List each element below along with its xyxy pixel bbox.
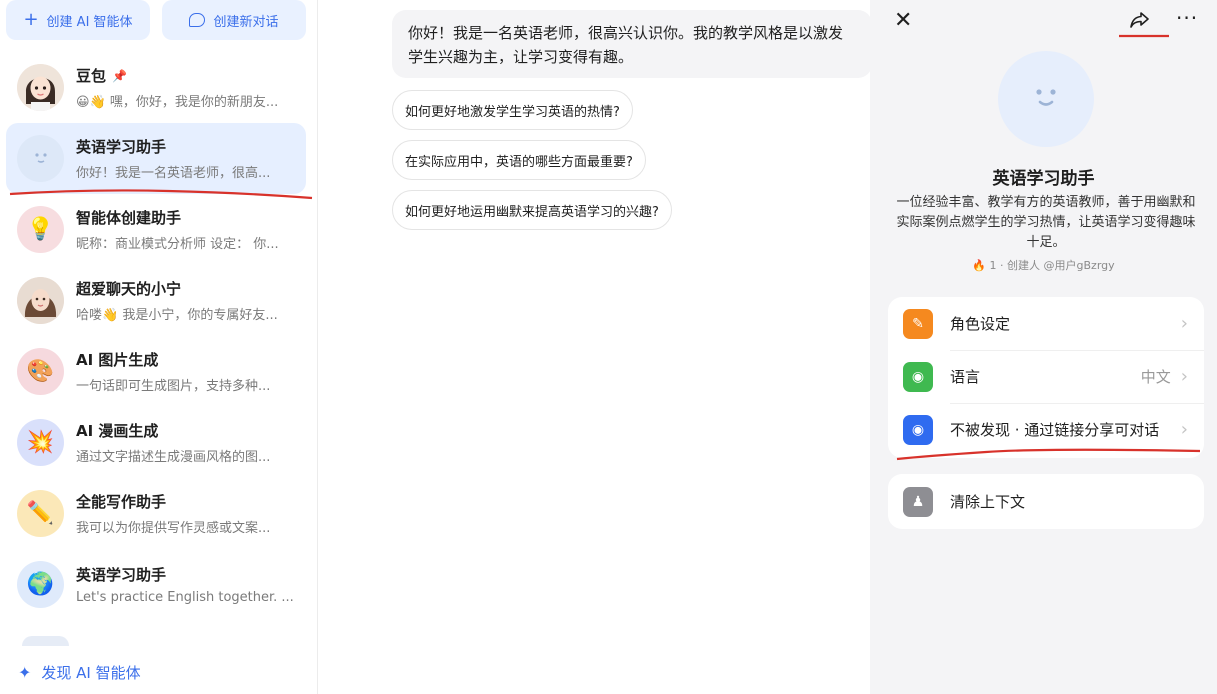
girl-avatar-icon	[17, 64, 64, 111]
annotation-underline	[1119, 34, 1169, 38]
agent-item-english-assistant-active[interactable]: 英语学习助手 你好！我是一名英语老师，很高...	[6, 123, 306, 194]
sidebar: + 创建 AI 智能体 创建新对话 豆包 📌 😀👋 嘿，你好，我是你的新朋友...…	[0, 0, 318, 694]
agent-name: 智能体创建助手	[76, 209, 182, 227]
agent-item-image-gen[interactable]: 🎨 AI 图片生成 一句话即可生成图片，支持多种...	[6, 336, 306, 407]
annotation-underline	[896, 448, 1201, 461]
edit-icon: ✎	[903, 308, 933, 339]
assistant-message: 你好！我是一名英语老师，很高兴认识你。我的教学风格是以激发学生兴趣为主，让学习变…	[392, 10, 872, 78]
agent-detail-panel: ✕ ··· 英语学习助手 一位经验丰富、教学有方的英语教师，善于用幽默和实际案例…	[870, 0, 1217, 694]
smile-avatar-icon	[17, 135, 64, 182]
close-icon[interactable]: ✕	[894, 8, 912, 33]
sidebar-top-actions: + 创建 AI 智能体 创建新对话	[6, 0, 306, 40]
create-agent-button[interactable]: + 创建 AI 智能体	[6, 0, 150, 40]
setting-value: 中文	[1140, 368, 1171, 386]
create-agent-label: 创建 AI 智能体	[46, 14, 133, 30]
pencil-avatar-icon: ✏️	[17, 490, 64, 537]
agent-desc: 昵称：商业模式分析师 设定： 你...	[76, 237, 279, 252]
boom-avatar-icon: 💥	[17, 419, 64, 466]
setting-label: 不被发现 · 通过链接分享可对话	[950, 421, 1160, 439]
agent-title: 英语学习助手	[992, 169, 1095, 189]
chevron-right-icon: ›	[1180, 366, 1188, 387]
globe-icon: ◉	[903, 361, 933, 392]
agent-desc: Let's practice English together. ...	[76, 590, 294, 605]
globe-avatar-icon: 🌍	[17, 561, 64, 608]
agent-item-xiaoning[interactable]: 超爱聊天的小宁 哈喽👋 我是小宁，你的专属好友...	[6, 265, 306, 336]
setting-label: 角色设定	[950, 315, 1011, 333]
setting-label: 语言	[950, 368, 981, 386]
suggestion-chip[interactable]: 如何更好地运用幽默来提高英语学习的兴趣?	[392, 190, 672, 230]
agent-avatar-large	[998, 51, 1094, 147]
agent-item-english-assistant-2[interactable]: 🌍 英语学习助手 Let's practice English together…	[6, 549, 306, 620]
settings-card: ✎ 角色设定 › ◉ 语言 中文 › ◉ 不被发现 · 通过链接分享可对话 ›	[888, 297, 1204, 458]
chevron-right-icon: ›	[1180, 419, 1188, 440]
clear-context-button[interactable]: ♟ 清除上下文	[888, 474, 1204, 529]
new-chat-label: 创建新对话	[213, 14, 279, 30]
agent-item-agent-creator[interactable]: 💡 智能体创建助手 昵称：商业模式分析师 设定： 你...	[6, 194, 306, 265]
agent-desc: 😀👋 嘿，你好，我是你的新朋友...	[76, 95, 279, 110]
agent-desc: 一句话即可生成图片，支持多种...	[76, 379, 271, 394]
agent-meta: 🔥 1 · 创建人 @用户gBzrgy	[870, 257, 1217, 273]
agent-name: 超爱聊天的小宁	[76, 280, 182, 298]
agent-name: 英语学习助手	[76, 138, 167, 156]
agent-name: 豆包	[76, 67, 107, 85]
eye-icon: ◉	[903, 414, 933, 445]
share-icon[interactable]	[1128, 8, 1152, 32]
agent-item-writing-assistant[interactable]: ✏️ 全能写作助手 我可以为你提供写作灵感或文案...	[6, 478, 306, 549]
agent-name: 全能写作助手	[76, 493, 167, 511]
pin-icon: 📌	[112, 68, 127, 83]
agent-desc: 通过文字描述生成漫画风格的图...	[76, 450, 271, 465]
agent-name: 英语学习助手	[76, 566, 167, 584]
agent-desc: 哈喽👋 我是小宁，你的专属好友...	[76, 308, 278, 323]
more-icon[interactable]: ···	[1176, 6, 1198, 30]
setting-language[interactable]: ◉ 语言 中文 ›	[888, 350, 1204, 403]
partial-avatar	[22, 636, 69, 646]
agent-description: 一位经验丰富、教学有方的英语教师，善于用幽默和实际案例点燃学生的学习热情，让英语…	[896, 195, 1196, 250]
setting-role[interactable]: ✎ 角色设定 ›	[888, 297, 1204, 350]
chat-bubble-icon	[189, 13, 206, 27]
agent-meta-text: 1 · 创建人 @用户gBzrgy	[989, 259, 1115, 272]
chevron-right-icon: ›	[1180, 313, 1188, 334]
broom-icon: ♟	[903, 486, 933, 517]
woman-avatar-icon	[17, 277, 64, 324]
sparkle-icon: ✦	[18, 663, 32, 682]
agent-desc: 我可以为你提供写作灵感或文案...	[76, 521, 271, 536]
bulb-avatar-icon: 💡	[17, 206, 64, 253]
agent-name: AI 图片生成	[76, 351, 159, 369]
agent-desc: 你好！我是一名英语老师，很高...	[76, 166, 271, 181]
agent-list: 豆包 📌 😀👋 嘿，你好，我是你的新朋友... 英语学习助手 你好！我是一名英语老…	[6, 52, 306, 620]
agent-name: AI 漫画生成	[76, 422, 159, 440]
discover-label: 发现 AI 智能体	[41, 664, 141, 682]
palette-avatar-icon: 🎨	[17, 348, 64, 395]
agent-item-comic-gen[interactable]: 💥 AI 漫画生成 通过文字描述生成漫画风格的图...	[6, 407, 306, 478]
clear-context-label: 清除上下文	[950, 493, 1026, 511]
agent-item-doubao[interactable]: 豆包 📌 😀👋 嘿，你好，我是你的新朋友...	[6, 52, 306, 123]
annotation-underline	[9, 189, 313, 200]
fire-icon: 🔥	[972, 259, 987, 272]
plus-icon: +	[23, 9, 39, 30]
chat-area: 你好！我是一名英语老师，很高兴认识你。我的教学风格是以激发学生兴趣为主，让学习变…	[318, 0, 872, 694]
suggestion-chip[interactable]: 在实际应用中，英语的哪些方面最重要?	[392, 140, 646, 180]
new-chat-button[interactable]: 创建新对话	[162, 0, 306, 40]
discover-agents-link[interactable]: ✦ 发现 AI 智能体	[18, 662, 141, 683]
suggestion-chip[interactable]: 如何更好地激发学生学习英语的热情?	[392, 90, 633, 130]
